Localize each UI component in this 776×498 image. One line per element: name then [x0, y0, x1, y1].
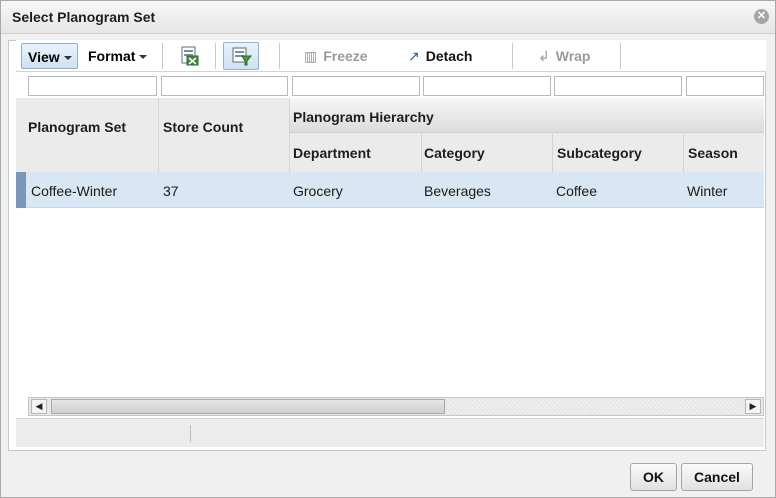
- status-divider: [190, 425, 191, 442]
- wrap-button[interactable]: ↲ Wrap: [538, 40, 590, 72]
- toolbar-divider: [279, 43, 280, 69]
- toolbar-divider: [620, 43, 621, 69]
- export-to-excel-icon[interactable]: [178, 44, 202, 68]
- detach-icon: ↗: [408, 48, 420, 64]
- freeze-icon: ▥: [304, 48, 318, 64]
- query-by-example-button[interactable]: [223, 42, 259, 70]
- format-menu-label: Format: [88, 48, 136, 64]
- freeze-label: Freeze: [323, 48, 368, 64]
- horizontal-scrollbar[interactable]: ◀ ▶: [28, 397, 764, 416]
- view-menu-button[interactable]: View: [21, 43, 78, 69]
- freeze-button[interactable]: ▥ Freeze: [304, 40, 368, 72]
- filter-department-input[interactable]: [292, 76, 420, 96]
- cell-store-count: 37: [163, 183, 179, 199]
- scrollbar-thumb[interactable]: [51, 399, 445, 414]
- column-header-store-count[interactable]: Store Count: [163, 118, 273, 136]
- cell-season: Winter: [687, 183, 728, 199]
- cancel-button[interactable]: Cancel: [681, 463, 753, 491]
- cell-category: Beverages: [424, 183, 491, 199]
- column-group-header-planogram-hierarchy: Planogram Hierarchy: [293, 109, 434, 125]
- chevron-down-icon: [63, 56, 72, 61]
- table-toolbar: View Format ▥ Freeze ↗ Detach ↲ Wrap: [16, 40, 766, 72]
- format-menu-button[interactable]: Format: [88, 40, 148, 72]
- cell-planogram-set: Coffee-Winter: [31, 183, 118, 199]
- close-icon[interactable]: ✕: [754, 9, 769, 24]
- filter-category-input[interactable]: [423, 76, 551, 96]
- chevron-down-icon: [139, 55, 148, 60]
- filter-season-input[interactable]: [686, 76, 764, 96]
- view-menu-label: View: [28, 49, 60, 65]
- detach-label: Detach: [425, 48, 473, 64]
- scroll-left-icon[interactable]: ◀: [31, 399, 47, 414]
- wrap-label: Wrap: [555, 48, 591, 64]
- toolbar-divider: [162, 43, 163, 69]
- column-header-department[interactable]: Department: [293, 145, 371, 161]
- scroll-right-icon[interactable]: ▶: [745, 399, 761, 414]
- dialog-title: Select Planogram Set: [12, 9, 156, 25]
- toolbar-divider: [215, 43, 216, 69]
- scrollbar-track[interactable]: [447, 399, 743, 414]
- dialog-titlebar: Select Planogram Set ✕: [1, 1, 775, 34]
- cell-department: Grocery: [293, 183, 343, 199]
- filter-subcategory-input[interactable]: [554, 76, 682, 96]
- filter-store-count-input[interactable]: [161, 76, 288, 96]
- table-status-bar: [16, 418, 764, 447]
- toolbar-divider: [512, 43, 513, 69]
- wrap-icon: ↲: [538, 48, 550, 64]
- row-selection-marker: [16, 172, 26, 208]
- query-by-example-icon: [232, 47, 253, 66]
- column-header-season[interactable]: Season: [688, 145, 738, 161]
- ok-button[interactable]: OK: [630, 463, 677, 491]
- column-header-subcategory[interactable]: Subcategory: [557, 145, 642, 161]
- detach-button[interactable]: ↗ Detach: [408, 40, 472, 72]
- table-row[interactable]: [16, 172, 764, 208]
- cell-subcategory: Coffee: [556, 183, 597, 199]
- column-header-planogram-set[interactable]: Planogram Set: [28, 118, 148, 136]
- filter-planogram-set-input[interactable]: [28, 76, 157, 96]
- column-header-category[interactable]: Category: [424, 145, 485, 161]
